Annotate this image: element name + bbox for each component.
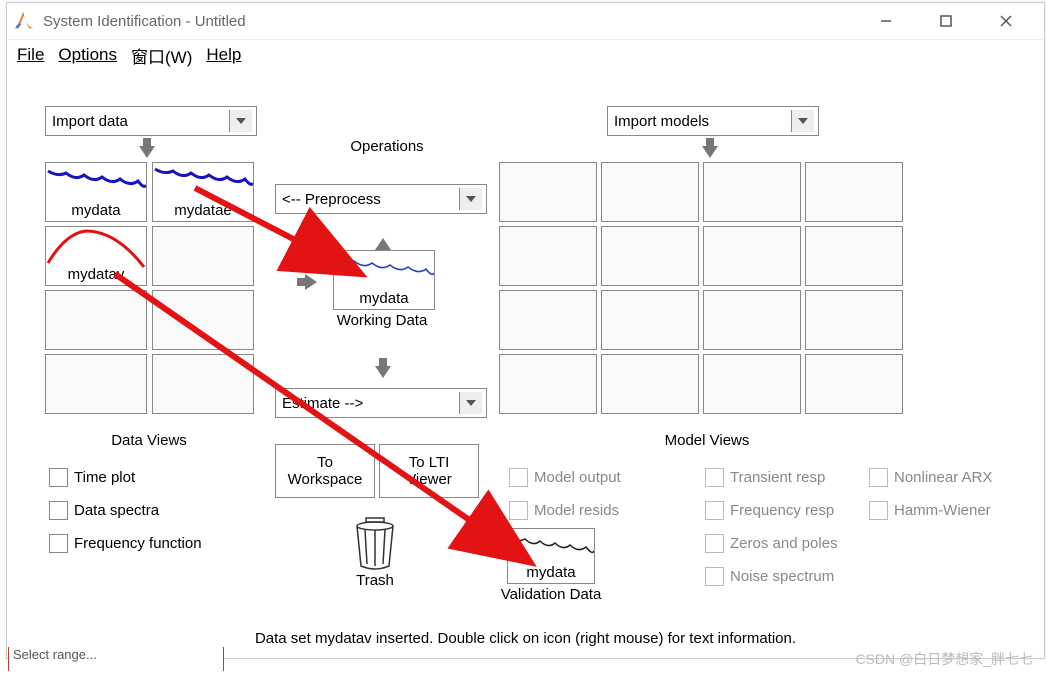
menu-file[interactable]: File xyxy=(17,45,44,65)
menu-help[interactable]: Help xyxy=(206,45,241,65)
validation-data-slot[interactable]: mydata xyxy=(507,528,595,584)
model-slot-13[interactable] xyxy=(499,354,597,414)
hamm-wiener-label: Hamm-Wiener xyxy=(894,502,991,519)
zeros-poles-checkbox[interactable]: Zeros and poles xyxy=(705,534,838,553)
model-resids-label: Model resids xyxy=(534,502,619,519)
working-data-slot[interactable]: mydata xyxy=(333,250,435,310)
import-models-label: Import models xyxy=(614,113,709,130)
data-views-label: Data Views xyxy=(89,432,209,449)
data-slot-5[interactable] xyxy=(45,290,147,350)
menubar: File Options 窗口(W) Help xyxy=(7,40,1044,70)
trash-label: Trash xyxy=(352,572,398,589)
freqfunc-label: Frequency function xyxy=(74,535,202,552)
data-slot-1-label: mydata xyxy=(46,202,146,219)
to-ltiviewer-button[interactable]: To LTI Viewer xyxy=(379,444,479,498)
maximize-button[interactable] xyxy=(916,5,976,37)
data-slot-3[interactable]: mydatav xyxy=(45,226,147,286)
dataspectra-label: Data spectra xyxy=(74,502,159,519)
preprocess-label: <-- Preprocess xyxy=(282,191,381,208)
model-slot-12[interactable] xyxy=(805,290,903,350)
zeros-poles-label: Zeros and poles xyxy=(730,535,838,552)
model-slot-14[interactable] xyxy=(601,354,699,414)
body-area: Import data Operations Import models myd… xyxy=(7,70,1044,78)
timeplot-label: Time plot xyxy=(74,469,135,486)
data-slot-1[interactable]: mydata xyxy=(45,162,147,222)
model-slot-4[interactable] xyxy=(805,162,903,222)
model-slot-11[interactable] xyxy=(703,290,801,350)
nonlinear-arx-checkbox[interactable]: Nonlinear ARX xyxy=(869,468,992,487)
freqfunc-checkbox[interactable]: Frequency function xyxy=(49,534,202,553)
estimate-dropdown[interactable]: Estimate --> xyxy=(275,388,487,418)
close-button[interactable] xyxy=(976,5,1036,37)
arrow-down-icon xyxy=(702,146,718,158)
chevron-down-icon xyxy=(229,110,252,132)
model-slot-16[interactable] xyxy=(805,354,903,414)
preprocess-dropdown[interactable]: <-- Preprocess xyxy=(275,184,487,214)
to-ltiviewer-label: To LTI Viewer xyxy=(388,454,470,488)
minimize-button[interactable] xyxy=(856,5,916,37)
model-slot-10[interactable] xyxy=(601,290,699,350)
dataspectra-checkbox[interactable]: Data spectra xyxy=(49,501,202,520)
data-slot-3-label: mydatav xyxy=(46,266,146,283)
model-slot-6[interactable] xyxy=(601,226,699,286)
model-slot-2[interactable] xyxy=(601,162,699,222)
validation-data-caption: Validation Data xyxy=(495,586,607,603)
noise-spectrum-label: Noise spectrum xyxy=(730,568,834,585)
window-title: System Identification - Untitled xyxy=(43,13,246,30)
arrow-down-icon xyxy=(139,146,155,158)
model-slot-8[interactable] xyxy=(805,226,903,286)
nonlinear-arx-label: Nonlinear ARX xyxy=(894,469,992,486)
working-data-label: mydata xyxy=(334,290,434,307)
import-data-label: Import data xyxy=(52,113,128,130)
chevron-down-icon xyxy=(791,110,814,132)
noise-spectrum-checkbox[interactable]: Noise spectrum xyxy=(705,567,838,586)
chevron-down-icon xyxy=(459,392,482,414)
data-slot-7[interactable] xyxy=(45,354,147,414)
trash-area[interactable]: Trash xyxy=(352,516,398,589)
model-slot-1[interactable] xyxy=(499,162,597,222)
background-select-range: Select range... xyxy=(8,647,224,671)
transient-resp-label: Transient resp xyxy=(730,469,825,486)
data-slot-2-label: mydatae xyxy=(153,202,253,219)
status-text: Data set mydatav inserted. Double click … xyxy=(7,630,1044,647)
model-slot-3[interactable] xyxy=(703,162,801,222)
hamm-wiener-checkbox[interactable]: Hamm-Wiener xyxy=(869,501,992,520)
watermark: CSDN @白日梦想家_胖七七 xyxy=(855,649,1033,669)
arrow-right-icon xyxy=(305,274,317,290)
to-workspace-button[interactable]: To Workspace xyxy=(275,444,375,498)
trash-icon xyxy=(352,516,398,572)
model-slot-5[interactable] xyxy=(499,226,597,286)
arrow-up-icon xyxy=(375,238,391,250)
data-slot-4[interactable] xyxy=(152,226,254,286)
freq-resp-checkbox[interactable]: Frequency resp xyxy=(705,501,838,520)
model-output-label: Model output xyxy=(534,469,621,486)
model-resids-checkbox[interactable]: Model resids xyxy=(509,501,621,520)
menu-window[interactable]: 窗口(W) xyxy=(131,43,192,68)
validation-slot-label: mydata xyxy=(508,564,594,581)
model-output-checkbox[interactable]: Model output xyxy=(509,468,621,487)
model-slot-15[interactable] xyxy=(703,354,801,414)
import-data-dropdown[interactable]: Import data xyxy=(45,106,257,136)
data-slot-8[interactable] xyxy=(152,354,254,414)
main-window: System Identification - Untitled File Op… xyxy=(6,2,1045,659)
timeplot-checkbox[interactable]: Time plot xyxy=(49,468,202,487)
data-slot-2[interactable]: mydatae xyxy=(152,162,254,222)
to-workspace-label: To Workspace xyxy=(284,454,366,488)
transient-resp-checkbox[interactable]: Transient resp xyxy=(705,468,838,487)
arrow-down-icon xyxy=(375,366,391,378)
freq-resp-label: Frequency resp xyxy=(730,502,834,519)
model-views-label: Model Views xyxy=(647,432,767,449)
import-models-dropdown[interactable]: Import models xyxy=(607,106,819,136)
working-data-caption: Working Data xyxy=(327,312,437,329)
model-slot-7[interactable] xyxy=(703,226,801,286)
estimate-label: Estimate --> xyxy=(282,395,363,412)
matlab-icon xyxy=(13,10,35,32)
data-slot-6[interactable] xyxy=(152,290,254,350)
model-slot-9[interactable] xyxy=(499,290,597,350)
chevron-down-icon xyxy=(459,188,482,210)
titlebar: System Identification - Untitled xyxy=(7,3,1044,40)
menu-options[interactable]: Options xyxy=(58,45,117,65)
operations-label: Operations xyxy=(327,138,447,155)
